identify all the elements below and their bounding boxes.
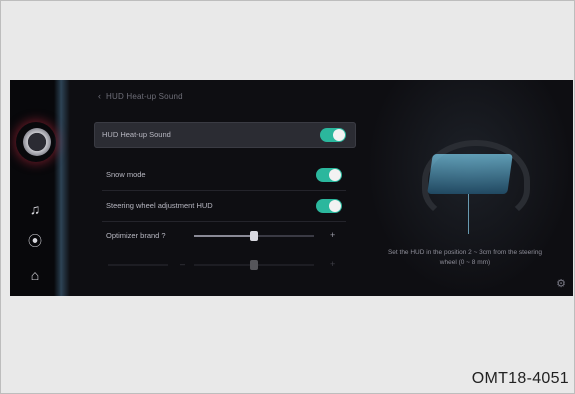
gear-icon[interactable]: ⚙: [555, 278, 567, 290]
toggle-knob: [329, 169, 341, 181]
figure-code: OMT18-4051: [471, 370, 569, 387]
music-note-icon[interactable]: ♫: [26, 200, 44, 218]
page-title: HUD Heat-up Sound: [106, 92, 183, 101]
toggle-knob: [333, 129, 345, 141]
home-icon[interactable]: ⌂: [26, 266, 44, 284]
slider-label: Optimizer brand ?: [106, 231, 166, 240]
slider-thumb[interactable]: [250, 260, 258, 270]
hud-beam: [468, 194, 469, 234]
setting-row-snow-mode[interactable]: Snow mode: [98, 162, 352, 188]
toggle-switch[interactable]: [320, 128, 346, 142]
divider: [102, 221, 346, 222]
infotainment-screen: ♫ ⦿ ⌂ ‹ HUD Heat-up Sound HUD Heat-up So…: [10, 80, 573, 296]
slider-fill: [194, 235, 254, 237]
setting-label: Steering wheel adjustment HUD: [106, 201, 213, 210]
hud-preview-panel: Set the HUD in the position 2 ~ 3cm from…: [366, 80, 573, 296]
toggle-switch[interactable]: [316, 199, 342, 213]
rail-edge-glow: [54, 80, 70, 296]
slider-row-position[interactable]: – +: [98, 255, 352, 275]
chevron-left-icon[interactable]: ‹: [98, 91, 101, 101]
slider-thumb[interactable]: [250, 231, 258, 241]
left-rail: [10, 80, 60, 296]
setting-row-steering-wheel-adjustment[interactable]: Steering wheel adjustment HUD: [98, 193, 352, 219]
profile-avatar[interactable]: [23, 128, 51, 156]
divider: [102, 190, 346, 191]
preview-description: Set the HUD in the position 2 ~ 3cm from…: [387, 249, 543, 266]
plus-icon[interactable]: +: [330, 259, 335, 269]
minus-icon[interactable]: –: [180, 259, 185, 269]
toggle-switch[interactable]: [316, 168, 342, 182]
hud-projection-illustration: [427, 154, 513, 194]
slider-row-brightness[interactable]: Optimizer brand ? +: [98, 226, 352, 246]
setting-label: HUD Heat-up Sound: [102, 130, 171, 139]
plus-icon[interactable]: +: [330, 230, 335, 240]
toggle-knob: [329, 200, 341, 212]
location-pin-icon[interactable]: ⦿: [26, 232, 44, 250]
slider-track[interactable]: [108, 264, 168, 266]
setting-row-hud-heat-up-sound[interactable]: HUD Heat-up Sound: [94, 122, 356, 148]
setting-label: Snow mode: [106, 170, 146, 179]
